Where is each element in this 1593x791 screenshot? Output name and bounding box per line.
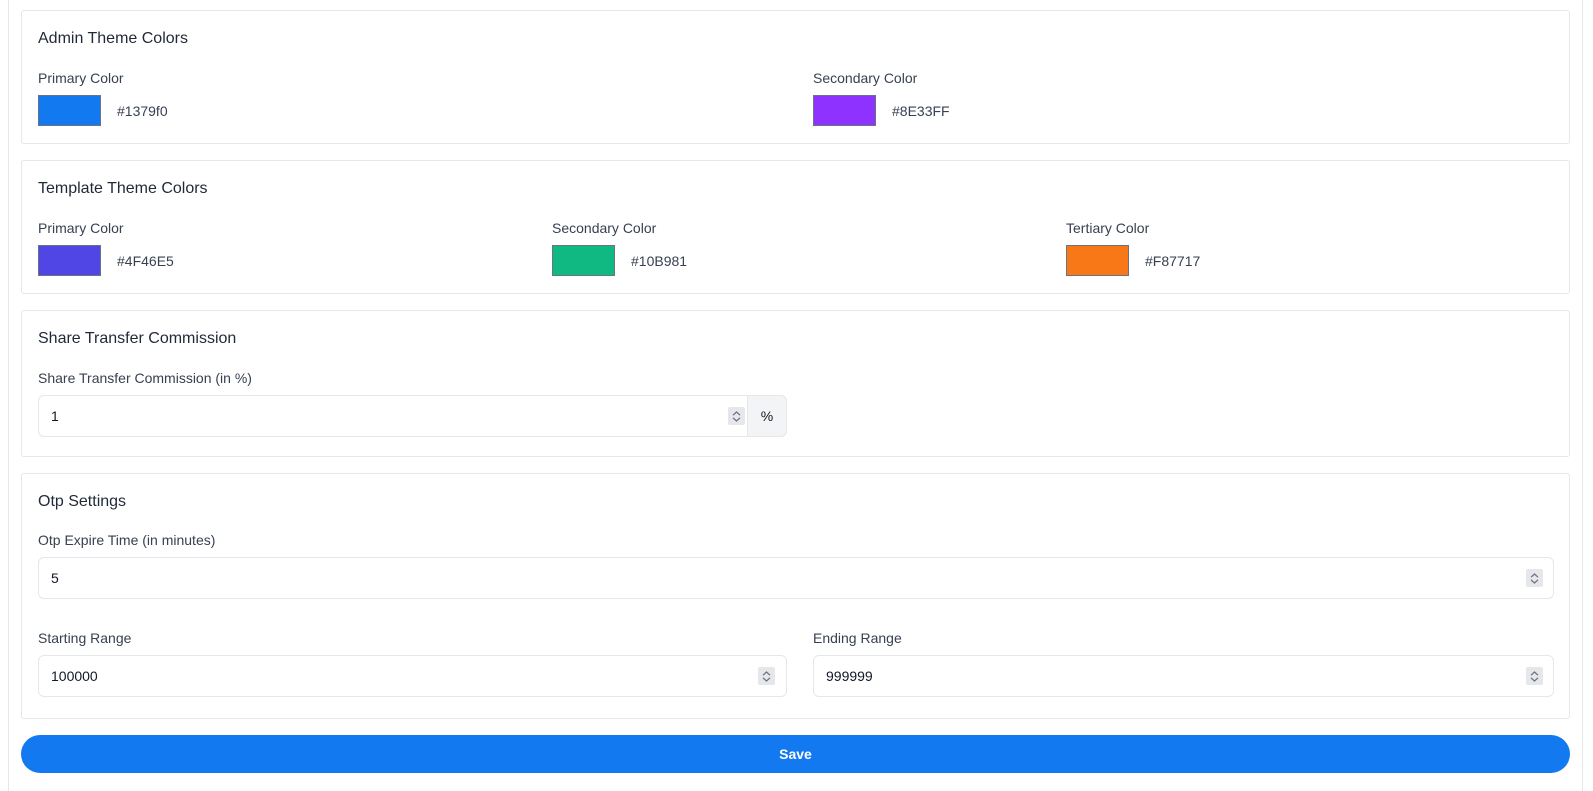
commission-label: Share Transfer Commission (in %) — [38, 370, 252, 386]
template-primary-hex: #4F46E5 — [117, 253, 174, 269]
admin-primary-label: Primary Color — [38, 70, 124, 86]
chevron-up-down-icon[interactable] — [1526, 569, 1543, 587]
admin-primary-hex: #1379f0 — [117, 103, 168, 119]
share-transfer-card: Share Transfer Commission Share Transfer… — [21, 310, 1570, 457]
chevron-up-down-icon[interactable] — [758, 667, 775, 685]
template-primary-color-picker[interactable] — [38, 245, 101, 276]
ending-range-label: Ending Range — [813, 630, 902, 646]
template-secondary-color-picker[interactable] — [552, 245, 615, 276]
template-tertiary-color-picker[interactable] — [1066, 245, 1129, 276]
template-primary-label: Primary Color — [38, 220, 124, 236]
commission-input[interactable]: 1 — [38, 395, 748, 437]
frame-border-right — [1582, 0, 1583, 791]
admin-secondary-label: Secondary Color — [813, 70, 918, 86]
frame-border-left — [8, 0, 9, 791]
admin-secondary-color-picker[interactable] — [813, 95, 876, 126]
template-tertiary-label: Tertiary Color — [1066, 220, 1150, 236]
starting-range-label: Starting Range — [38, 630, 132, 646]
starting-range-input[interactable]: 100000 — [38, 655, 787, 697]
otp-expire-value: 5 — [51, 570, 59, 586]
otp-expire-label: Otp Expire Time (in minutes) — [38, 532, 216, 548]
otp-settings-card: Otp Settings Otp Expire Time (in minutes… — [21, 473, 1570, 719]
ending-range-value: 999999 — [826, 668, 873, 684]
chevron-up-down-icon[interactable] — [1526, 667, 1543, 685]
commission-value: 1 — [51, 408, 59, 424]
card-title: Otp Settings — [38, 493, 127, 510]
template-secondary-hex: #10B981 — [631, 253, 688, 269]
card-title: Admin Theme Colors — [38, 30, 188, 47]
chevron-up-down-icon[interactable] — [728, 407, 745, 425]
save-button[interactable]: Save — [21, 735, 1570, 773]
admin-theme-card: Admin Theme Colors Primary Color #1379f0… — [21, 10, 1570, 144]
ending-range-input[interactable]: 999999 — [813, 655, 1554, 697]
otp-expire-input[interactable]: 5 — [38, 557, 1554, 599]
admin-primary-color-picker[interactable] — [38, 95, 101, 126]
template-tertiary-hex: #F87717 — [1145, 253, 1201, 269]
percent-addon: % — [748, 395, 787, 437]
admin-secondary-hex: #8E33FF — [892, 103, 950, 119]
card-title: Share Transfer Commission — [38, 330, 237, 347]
template-theme-card: Template Theme Colors Primary Color #4F4… — [21, 160, 1570, 294]
settings-page: Admin Theme Colors Primary Color #1379f0… — [0, 0, 1593, 791]
starting-range-value: 100000 — [51, 668, 98, 684]
template-secondary-label: Secondary Color — [552, 220, 657, 236]
card-title: Template Theme Colors — [38, 180, 208, 197]
